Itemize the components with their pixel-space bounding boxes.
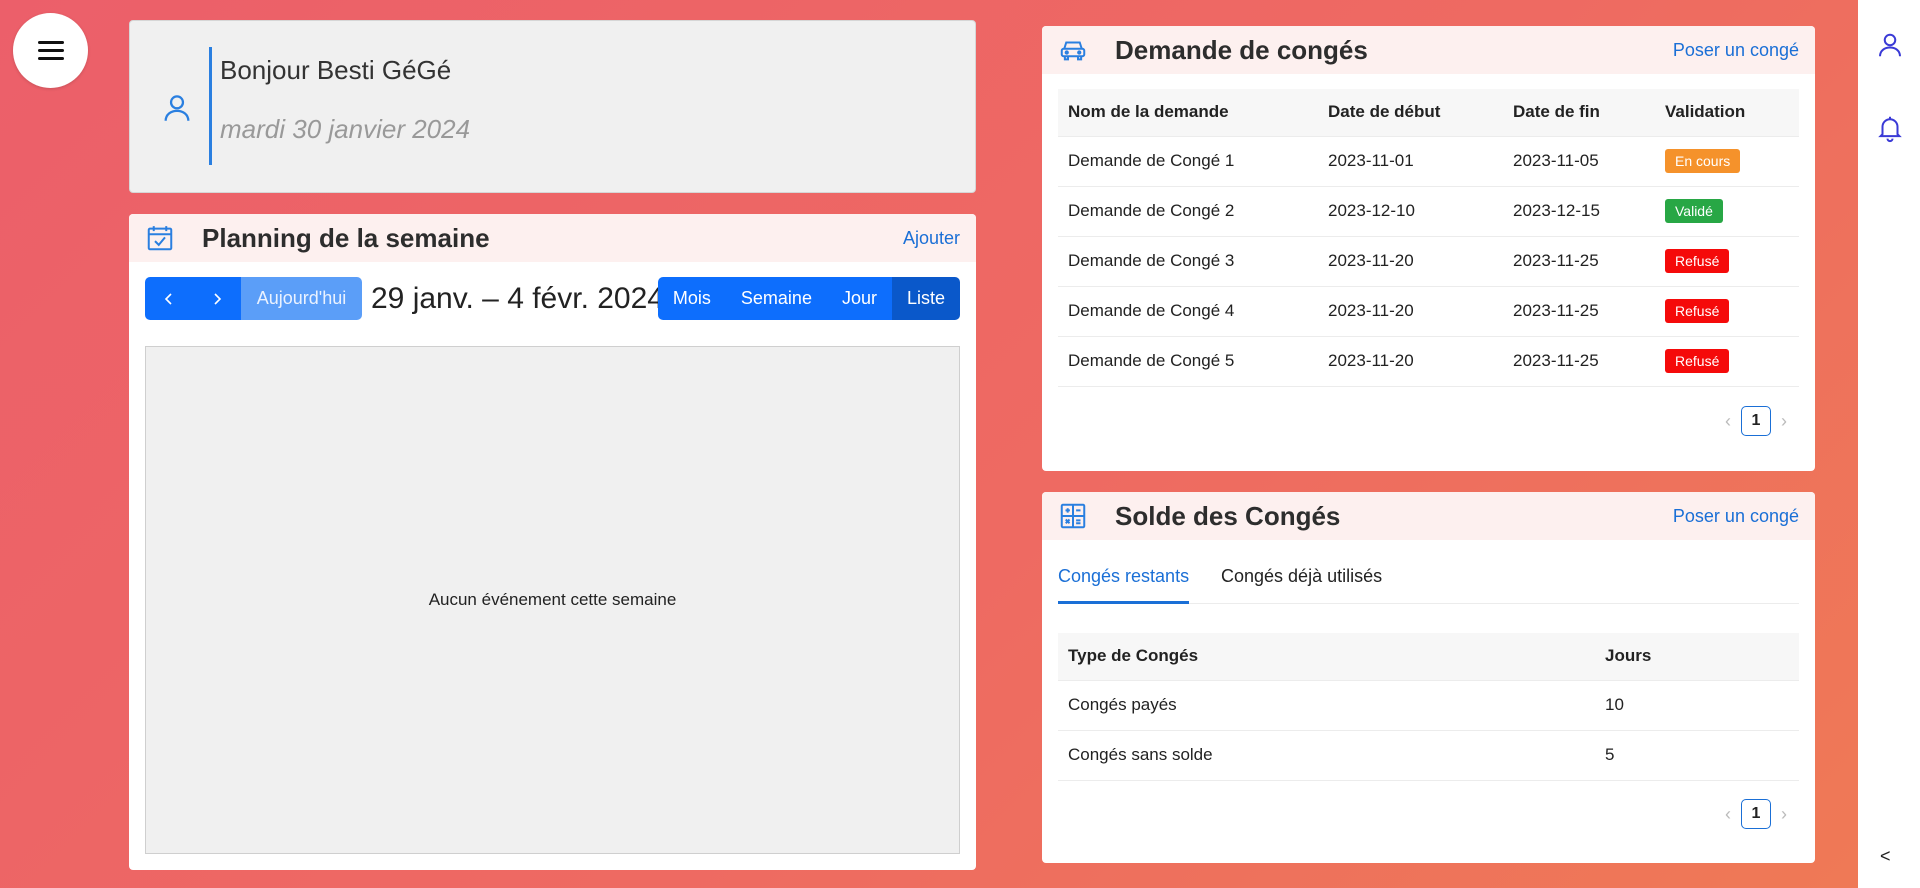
chevron-left-icon[interactable]: ‹	[1725, 804, 1731, 825]
column-header[interactable]: Date de fin	[1503, 89, 1655, 137]
tab-remaining-leave[interactable]: Congés restants	[1058, 548, 1190, 604]
hamburger-icon	[37, 36, 64, 65]
table-row[interactable]: Demande de Congé 1 2023-11-01 2023-11-05…	[1058, 136, 1799, 187]
user-icon[interactable]	[1875, 30, 1905, 60]
status-badge: Refusé	[1665, 349, 1730, 373]
requests-title: Demande de congés	[1115, 34, 1368, 65]
request-end: 2023-12-15	[1503, 186, 1655, 237]
table-row[interactable]: Congés payés 10	[1058, 680, 1799, 731]
balance-table-wrap: Type de Congés Jours Congés payés 10 Con…	[1058, 633, 1799, 781]
request-start: 2023-11-20	[1318, 336, 1503, 387]
empty-events-message: Aucun événement cette semaine	[428, 590, 677, 609]
menu-button[interactable]	[13, 13, 88, 88]
add-event-link[interactable]: Ajouter	[903, 228, 960, 249]
balance-header-row: Type de Congés Jours	[1058, 633, 1799, 681]
leave-days: 5	[1595, 730, 1799, 781]
next-week-button[interactable]	[193, 277, 241, 320]
collapse-rail-button[interactable]: <	[1880, 846, 1891, 867]
leave-balance-card: Solde des Congés Poser un congé Congés r…	[1042, 492, 1815, 863]
calendar-range-title: 29 janv. – 4 févr. 2024	[371, 282, 664, 315]
request-name: Demande de Congé 1	[1058, 136, 1318, 187]
calendar-view-group: Mois Semaine Jour Liste	[657, 277, 960, 320]
requests-header-row: Nom de la demande Date de début Date de …	[1058, 89, 1799, 137]
request-start: 2023-11-20	[1318, 236, 1503, 287]
leave-days: 10	[1595, 680, 1799, 731]
calendar-list-view: Aucun événement cette semaine	[145, 346, 960, 854]
balance-tabs: Congés restants Congés déjà utilisés	[1058, 548, 1799, 604]
request-name: Demande de Congé 2	[1058, 186, 1318, 237]
calendar-check-icon	[147, 226, 173, 251]
greeting-divider	[209, 47, 212, 165]
request-start: 2023-11-20	[1318, 286, 1503, 337]
balance-title: Solde des Congés	[1115, 500, 1341, 531]
planning-card: Planning de la semaine Ajouter Aujourd'h…	[129, 214, 976, 870]
bell-icon[interactable]	[1875, 113, 1905, 143]
column-header[interactable]: Date de début	[1318, 89, 1503, 137]
chevron-left-icon	[164, 292, 172, 305]
planning-header: Planning de la semaine Ajouter	[129, 214, 976, 262]
page-button[interactable]: 1	[1741, 406, 1771, 436]
right-rail: <	[1858, 0, 1920, 888]
today-button[interactable]: Aujourd'hui	[241, 277, 362, 320]
prev-week-button[interactable]	[145, 277, 193, 320]
planning-title: Planning de la semaine	[202, 222, 490, 253]
tab-used-leave[interactable]: Congés déjà utilisés	[1221, 548, 1382, 604]
calendar-nav-group: Aujourd'hui	[145, 277, 362, 320]
chevron-left-icon[interactable]: ‹	[1725, 411, 1731, 432]
balance-table: Type de Congés Jours Congés payés 10 Con…	[1058, 633, 1799, 781]
request-leave-link[interactable]: Poser un congé	[1673, 506, 1799, 527]
user-icon	[164, 95, 190, 121]
table-row[interactable]: Demande de Congé 2 2023-12-10 2023-12-15…	[1058, 186, 1799, 237]
request-name: Demande de Congé 5	[1058, 336, 1318, 387]
column-header[interactable]: Jours	[1595, 633, 1799, 681]
page-button[interactable]: 1	[1741, 799, 1771, 829]
request-end: 2023-11-25	[1503, 286, 1655, 337]
calendar-toolbar: Aujourd'hui 29 janv. – 4 févr. 2024 Mois…	[145, 277, 960, 320]
column-header[interactable]: Type de Congés	[1058, 633, 1595, 681]
table-row[interactable]: Demande de Congé 4 2023-11-20 2023-11-25…	[1058, 286, 1799, 337]
leave-requests-card: Demande de congés Poser un congé Nom de …	[1042, 26, 1815, 471]
chevron-right-icon	[214, 292, 222, 305]
column-header[interactable]: Validation	[1655, 89, 1799, 137]
car-icon	[1060, 41, 1086, 61]
request-end: 2023-11-25	[1503, 336, 1655, 387]
status-badge: Refusé	[1665, 299, 1730, 323]
requests-header: Demande de congés Poser un congé	[1042, 26, 1815, 74]
status-badge: Refusé	[1665, 249, 1730, 273]
column-header[interactable]: Nom de la demande	[1058, 89, 1318, 137]
status-badge: En cours	[1665, 149, 1741, 173]
status-badge: Validé	[1665, 199, 1723, 223]
greeting-title: Bonjour Besti GéGé	[220, 55, 452, 85]
balance-header: Solde des Congés Poser un congé	[1042, 492, 1815, 540]
view-list-button[interactable]: Liste	[891, 277, 960, 320]
greeting-card: Bonjour Besti GéGé mardi 30 janvier 2024	[129, 20, 976, 193]
request-name: Demande de Congé 3	[1058, 236, 1318, 287]
request-name: Demande de Congé 4	[1058, 286, 1318, 337]
chevron-right-icon[interactable]: ›	[1781, 411, 1787, 432]
requests-pagination: ‹ 1 ›	[1725, 406, 1787, 436]
leave-type: Congés sans solde	[1058, 730, 1595, 781]
calculator-icon	[1060, 503, 1086, 529]
requests-table: Nom de la demande Date de début Date de …	[1058, 89, 1799, 387]
view-day-button[interactable]: Jour	[826, 277, 892, 320]
table-row[interactable]: Demande de Congé 5 2023-11-20 2023-11-25…	[1058, 336, 1799, 387]
request-start: 2023-11-01	[1318, 136, 1503, 187]
request-end: 2023-11-05	[1503, 136, 1655, 187]
table-row[interactable]: Demande de Congé 3 2023-11-20 2023-11-25…	[1058, 236, 1799, 287]
balance-pagination: ‹ 1 ›	[1725, 799, 1787, 829]
view-month-button[interactable]: Mois	[657, 277, 726, 320]
request-leave-link[interactable]: Poser un congé	[1673, 40, 1799, 61]
request-start: 2023-12-10	[1318, 186, 1503, 237]
requests-table-wrap: Nom de la demande Date de début Date de …	[1058, 89, 1799, 387]
table-row[interactable]: Congés sans solde 5	[1058, 730, 1799, 781]
greeting-date: mardi 30 janvier 2024	[220, 114, 471, 144]
request-end: 2023-11-25	[1503, 236, 1655, 287]
leave-type: Congés payés	[1058, 680, 1595, 731]
chevron-right-icon[interactable]: ›	[1781, 804, 1787, 825]
view-week-button[interactable]: Semaine	[725, 277, 827, 320]
